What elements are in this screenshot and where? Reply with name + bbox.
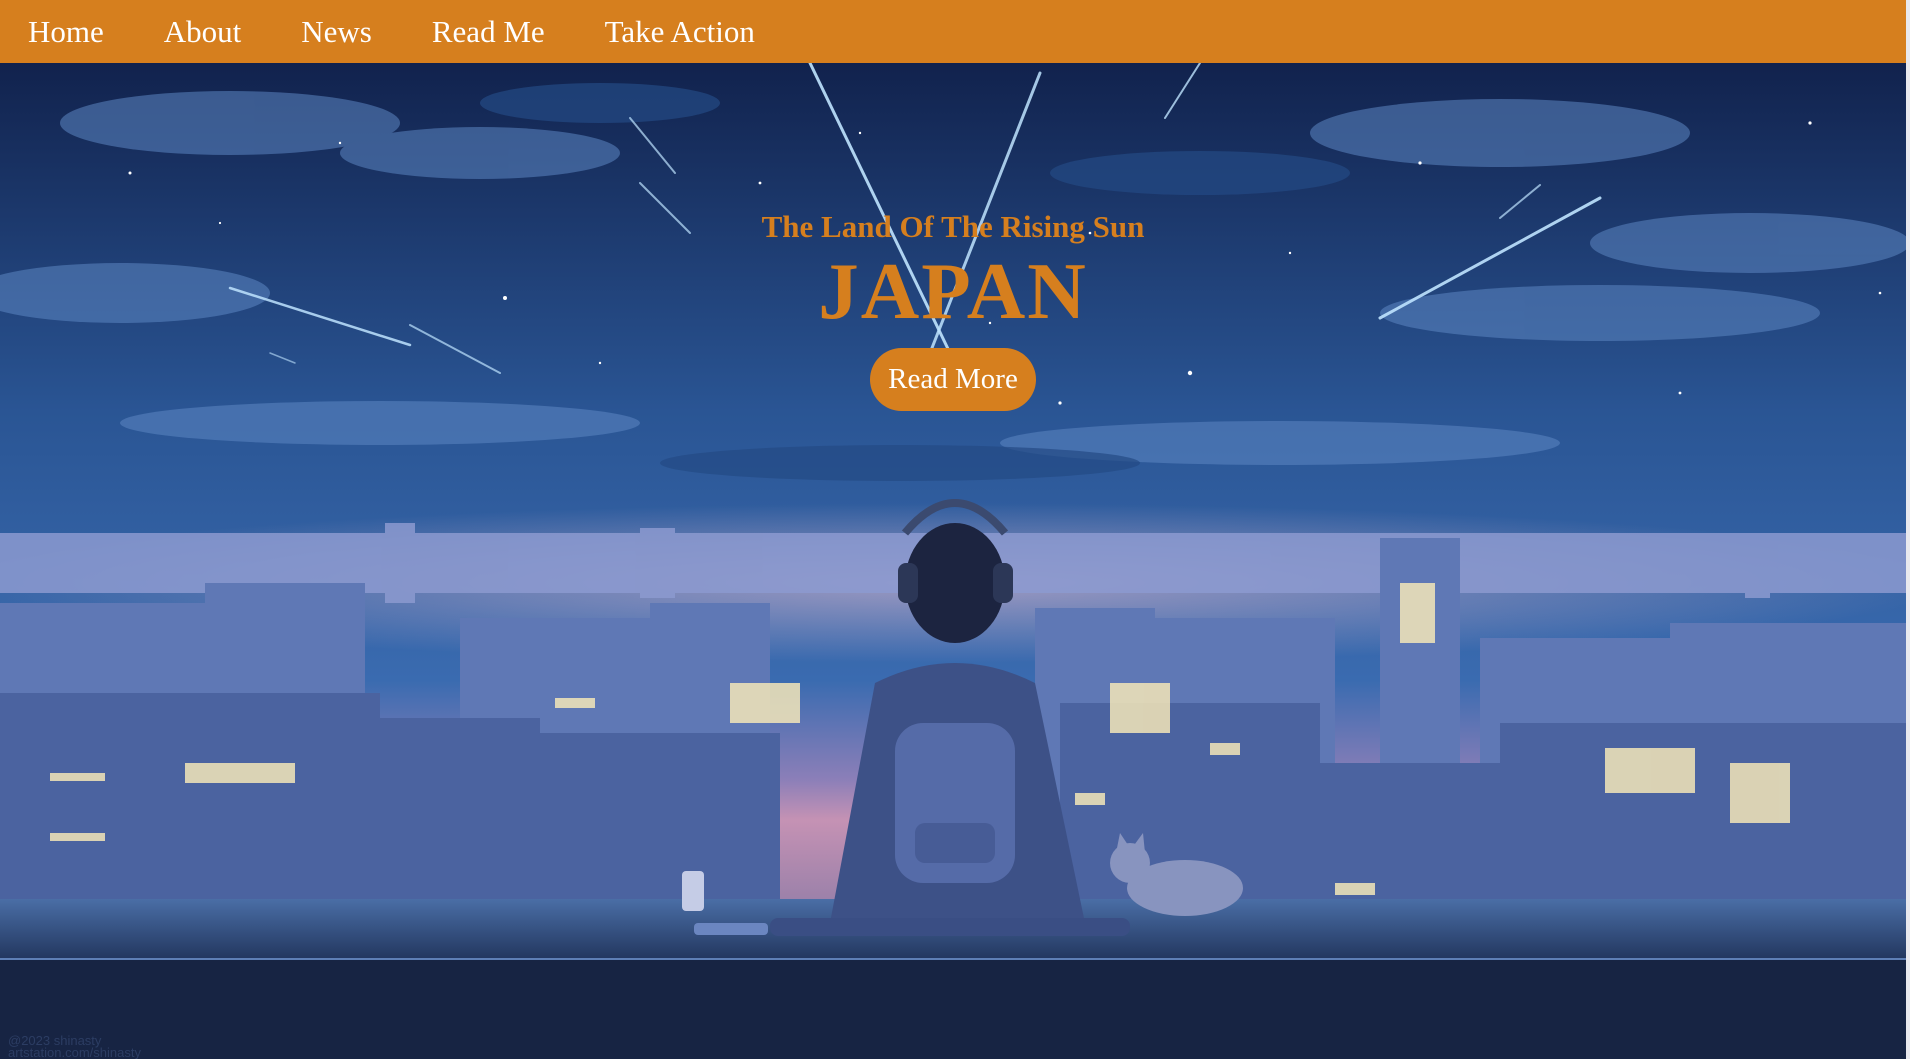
nav-read-me-link[interactable]: Read Me: [432, 14, 545, 50]
artist-credit: @2023 shinasty artstation.com/shinasty: [8, 1034, 141, 1059]
nav-home-link[interactable]: Home: [28, 14, 104, 50]
nav-news-link[interactable]: News: [301, 14, 372, 50]
credit-line-2: artstation.com/shinasty: [8, 1045, 141, 1059]
window-edge: [1906, 0, 1910, 1059]
nav-about-link[interactable]: About: [164, 14, 242, 50]
top-nav: Home About News Read Me Take Action: [0, 0, 1906, 63]
nav-take-action-link[interactable]: Take Action: [605, 14, 755, 50]
hero-title: JAPAN: [818, 246, 1088, 336]
read-more-button[interactable]: Read More: [870, 348, 1036, 411]
hero-subtitle: The Land Of The Rising Sun: [761, 209, 1145, 244]
page: Home About News Read Me Take Action The …: [0, 0, 1910, 1059]
